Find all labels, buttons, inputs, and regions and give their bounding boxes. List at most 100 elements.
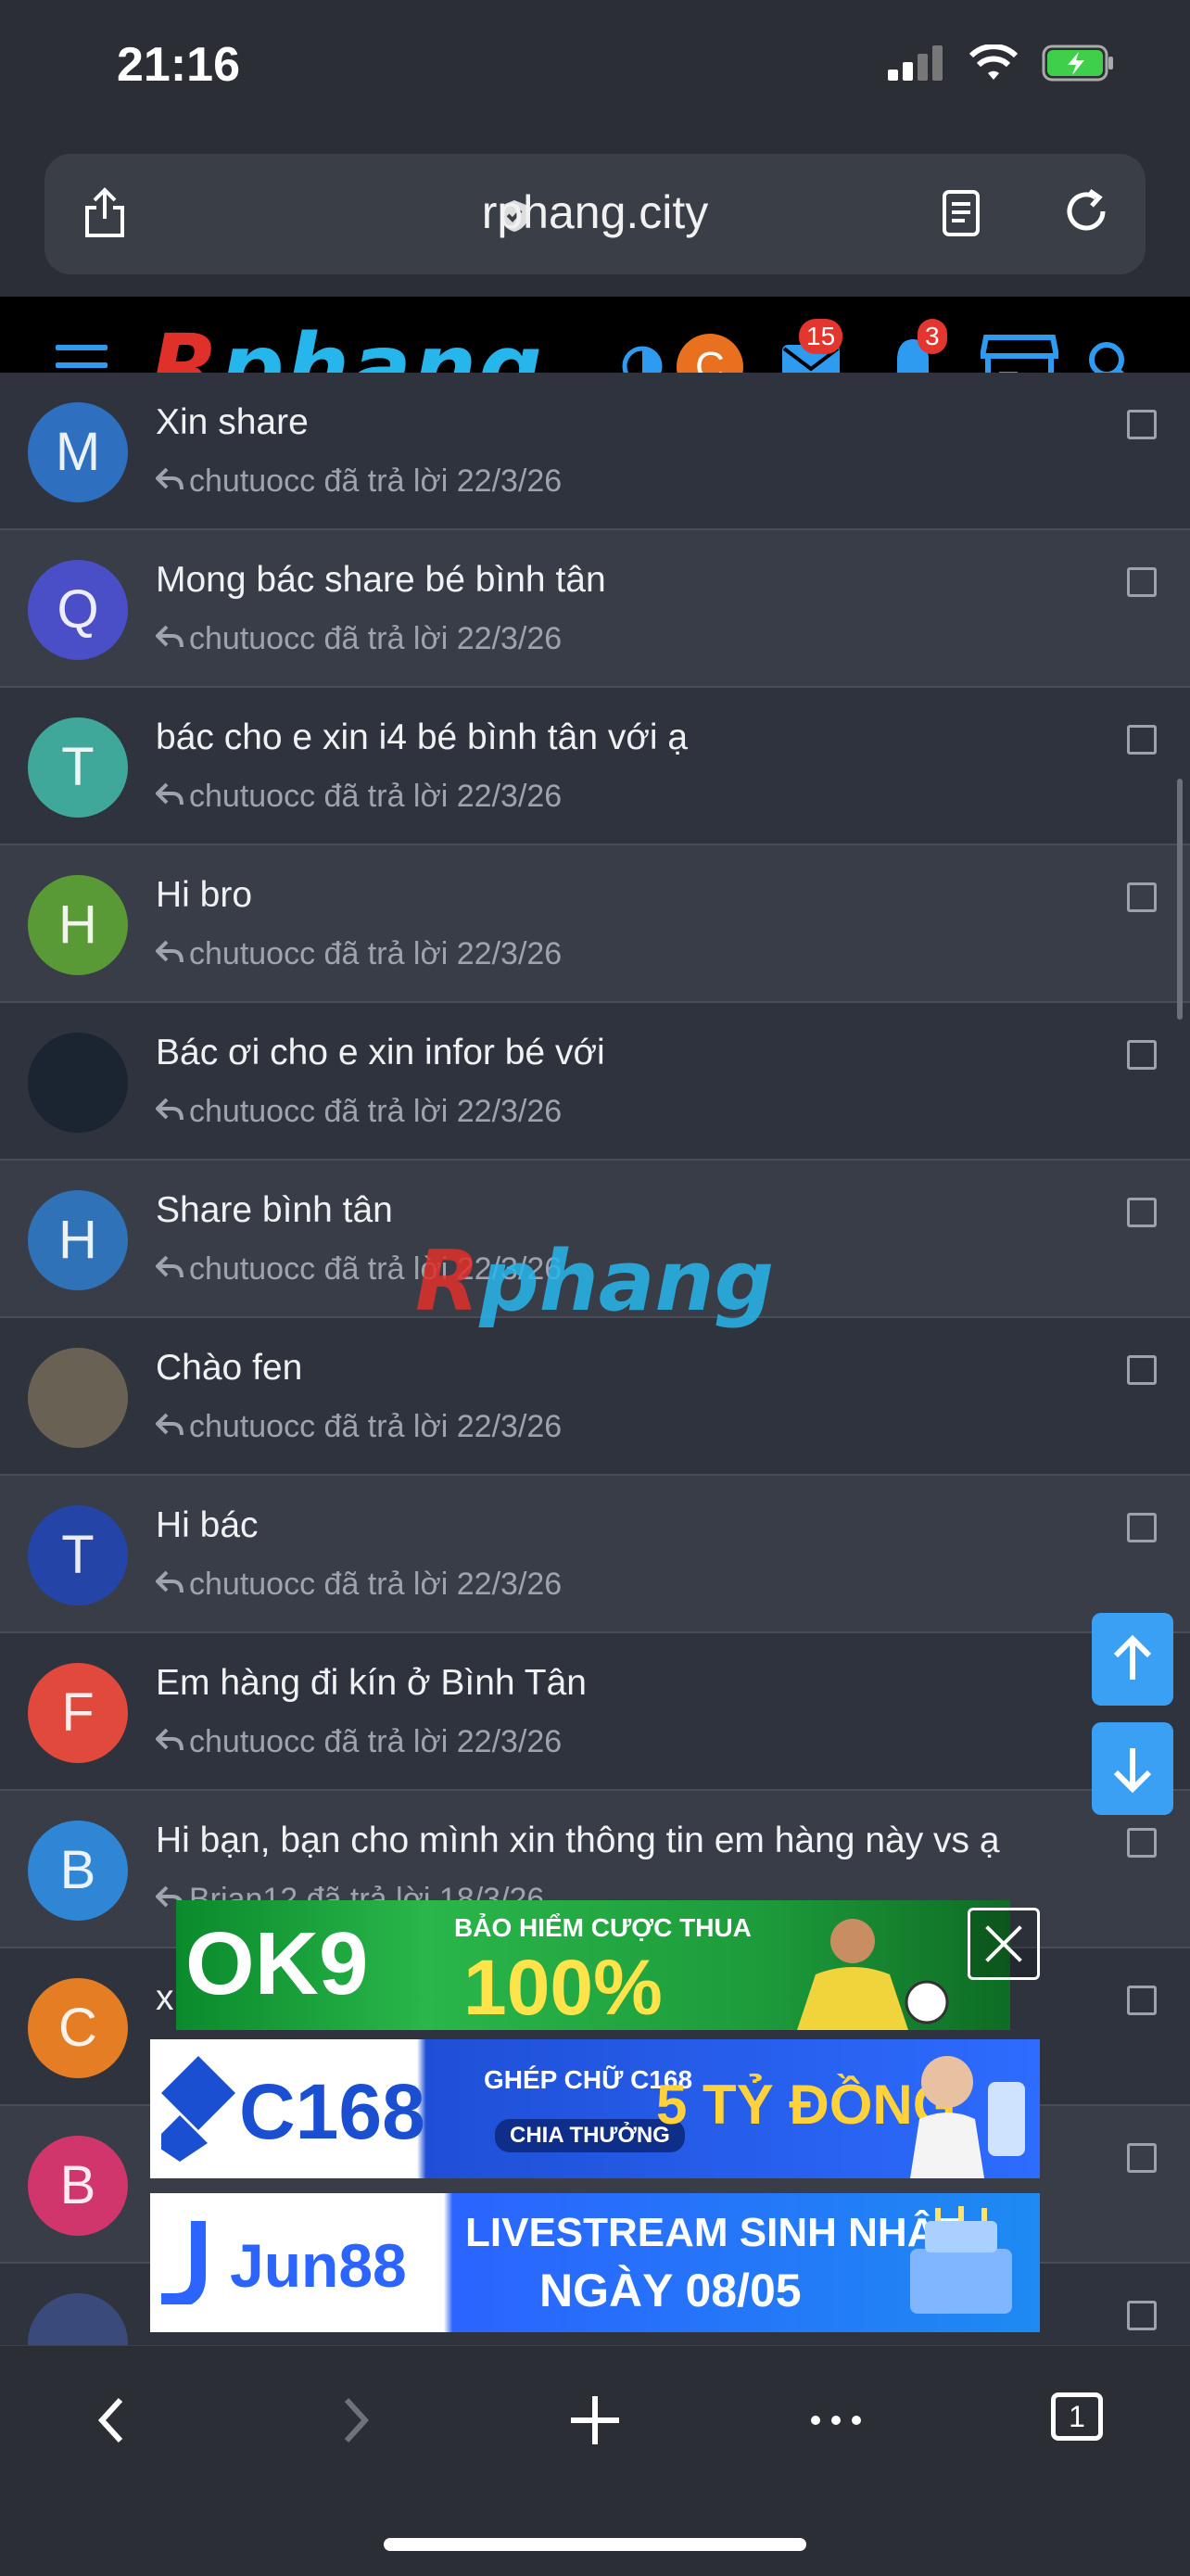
jun88-line1: LIVESTREAM SINH NHẬT [465, 2210, 962, 2255]
thread-title[interactable]: Mong bác share bé bình tân [156, 560, 606, 601]
status-bar: 21:16 [0, 0, 1190, 139]
thread-meta: chutuocc đã trả lời 22/3/26 [156, 463, 562, 500]
thread-title[interactable]: Bác ơi cho e xin infor bé với [156, 1033, 605, 1073]
messages-badge: 15 [799, 319, 843, 354]
rphang-watermark: Rphang [415, 1233, 775, 1330]
scroll-up-button[interactable] [1092, 1613, 1173, 1706]
status-time: 21:16 [117, 38, 240, 92]
thread-meta-text: chutuocc đã trả lời 22/3/26 [189, 621, 563, 656]
browser-address-area: rphang.city [0, 139, 1190, 297]
thread-checkbox[interactable] [1127, 2143, 1157, 2173]
thread-avatar[interactable]: C [28, 1978, 128, 2078]
jun88-ad-banner[interactable]: Jun88 LIVESTREAM SINH NHẬT NGÀY 08/05 [150, 2193, 1040, 2332]
thread-avatar[interactable]: T [28, 717, 128, 818]
thread-meta-text: chutuocc đã trả lời 22/3/26 [189, 463, 563, 499]
thread-title[interactable]: Share bình tân [156, 1190, 393, 1231]
thread-checkbox[interactable] [1127, 1040, 1157, 1070]
thread-title[interactable]: Hi bro [156, 875, 252, 916]
ok9-line1: BẢO HIỂM CƯỢC THUA [454, 1913, 752, 1942]
alerts-badge: 3 [918, 319, 947, 354]
thread-meta: chutuocc đã trả lời 22/3/26 [156, 1409, 562, 1445]
thread-checkbox[interactable] [1127, 725, 1157, 755]
tabs-button[interactable]: 1 [1051, 2392, 1103, 2441]
address-bar[interactable]: rphang.city [44, 154, 1146, 274]
cake-image [910, 2206, 1012, 2314]
player-image [797, 1919, 949, 2030]
reply-icon [156, 625, 184, 648]
thread-avatar[interactable]: Q [28, 560, 128, 660]
thread-row[interactable]: T Hi bác chutuocc đã trả lời 22/3/26 [0, 1476, 1190, 1633]
thread-checkbox[interactable] [1127, 410, 1157, 439]
thread-avatar[interactable]: T [28, 1505, 128, 1605]
thread-title[interactable]: Em hàng đi kín ở Bình Tân [156, 1663, 587, 1704]
ok9-line2: 100% [463, 1944, 663, 2030]
arrow-up-icon [1113, 1634, 1152, 1680]
c168-ad-banner[interactable]: C168 GHÉP CHỮ C168 CHIA THƯỞNG 5 TỶ ĐỒNG [150, 2039, 1040, 2178]
back-icon[interactable] [93, 2392, 130, 2448]
wifi-icon [969, 44, 1018, 80]
arrow-down-icon [1113, 1748, 1152, 1794]
thread-avatar[interactable]: B [28, 2136, 128, 2236]
thread-checkbox[interactable] [1127, 1355, 1157, 1385]
signal-icon [888, 45, 943, 81]
forward-icon[interactable] [337, 2392, 374, 2448]
thread-avatar[interactable] [28, 1033, 128, 1133]
thread-row[interactable]: Chào fen chutuocc đã trả lời 22/3/26 [0, 1318, 1190, 1476]
thread-meta-text: chutuocc đã trả lời 22/3/26 [189, 1409, 563, 1444]
reply-icon [156, 782, 184, 806]
reply-icon [156, 940, 184, 963]
thread-row[interactable]: Tbác cho e xin i4 bé bình tân với ạ chutu… [0, 688, 1190, 845]
reply-icon [156, 1413, 184, 1436]
c168-brand: C168 [239, 2068, 425, 2155]
thread-avatar[interactable] [28, 1348, 128, 1448]
thread-row[interactable]: H Hi bro chutuocc đã trả lời 22/3/26 [0, 845, 1190, 1003]
thread-row[interactable]: F Em hàng đi kín ở Bình Tân chutuocc đã tr… [0, 1633, 1190, 1791]
thread-row[interactable]: Q Mong bác share bé bình tân chutuocc đã t… [0, 530, 1190, 688]
thread-avatar[interactable]: M [28, 402, 128, 502]
thread-checkbox[interactable] [1127, 1513, 1157, 1542]
thread-checkbox[interactable] [1127, 2301, 1157, 2330]
thread-title[interactable]: Chào fen [156, 1348, 302, 1389]
reply-icon [156, 1255, 184, 1278]
thread-meta-text: chutuocc đã trả lời 22/3/26 [189, 779, 563, 814]
ok9-brand: OK9 [185, 1914, 369, 2013]
jun88-brand: Jun88 [230, 2231, 407, 2300]
thread-meta: chutuocc đã trả lời 22/3/26 [156, 621, 562, 657]
thread-title[interactable]: Hi bác [156, 1505, 259, 1546]
thread-title[interactable]: bác cho e xin i4 bé bình tân với ạ [156, 717, 688, 758]
thread-checkbox[interactable] [1127, 1828, 1157, 1858]
home-indicator [384, 2538, 806, 2551]
thread-meta: chutuocc đã trả lời 22/3/26 [156, 936, 562, 972]
ad-close-button[interactable] [968, 1908, 1040, 1980]
thread-title[interactable]: Xin share [156, 402, 309, 443]
new-tab-icon[interactable] [567, 2392, 623, 2448]
jun88-logo-icon [161, 2221, 206, 2304]
thread-row[interactable]: Bác ơi cho e xin infor bé với chutuocc đã… [0, 1003, 1190, 1161]
thread-meta: chutuocc đã trả lời 22/3/26 [156, 1724, 562, 1760]
model-image [910, 2056, 1025, 2178]
reply-icon [156, 1728, 184, 1751]
more-icon[interactable] [808, 2392, 864, 2448]
thread-checkbox[interactable] [1127, 567, 1157, 597]
thread-avatar[interactable]: H [28, 875, 128, 975]
reader-icon[interactable] [942, 189, 981, 237]
jun88-line2: NGÀY 08/05 [539, 2265, 802, 2316]
ok9-ad-banner[interactable]: OK9 BẢO HIỂM CƯỢC THUA 100% [176, 1900, 1010, 2030]
thread-avatar[interactable]: B [28, 1821, 128, 1921]
thread-meta-text: chutuocc đã trả lời 22/3/26 [189, 1094, 563, 1129]
status-icons [888, 44, 1116, 82]
scrollbar[interactable] [1177, 779, 1183, 1020]
thread-title[interactable]: Hi bạn, bạn cho mình xin thông tin em hà… [156, 1821, 1000, 1861]
reply-icon [156, 467, 184, 490]
thread-meta-text: chutuocc đã trả lời 22/3/26 [189, 1567, 563, 1602]
thread-checkbox[interactable] [1127, 882, 1157, 912]
thread-avatar[interactable]: F [28, 1663, 128, 1763]
scroll-down-button[interactable] [1092, 1722, 1173, 1815]
reload-icon[interactable] [1062, 187, 1110, 235]
thread-checkbox[interactable] [1127, 1986, 1157, 2015]
reply-icon [156, 1570, 184, 1593]
thread-row[interactable]: M Xin share chutuocc đã trả lời 22/3/26 [0, 373, 1190, 530]
thread-checkbox[interactable] [1127, 1198, 1157, 1227]
thread-avatar[interactable]: H [28, 1190, 128, 1290]
thread-meta-text: chutuocc đã trả lời 22/3/26 [189, 936, 563, 971]
